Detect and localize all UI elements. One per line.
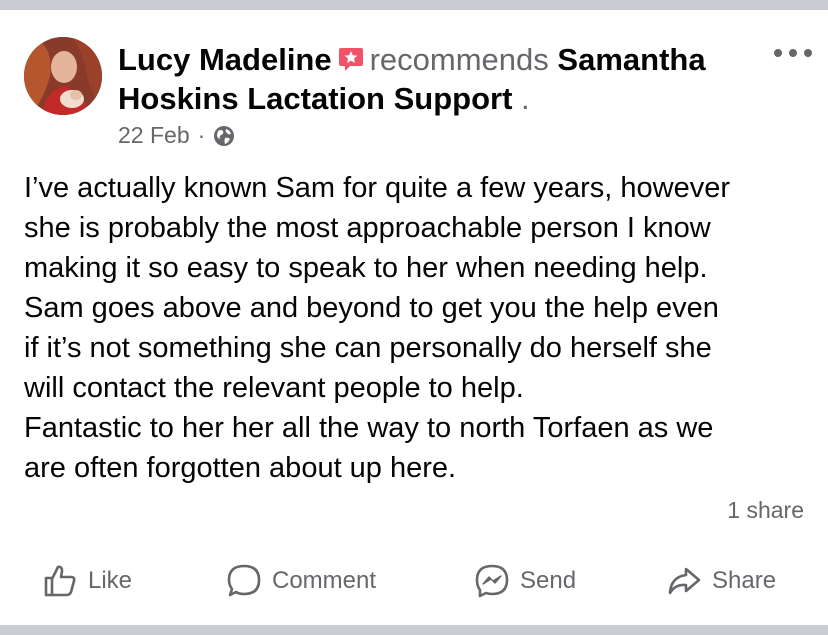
comment-button[interactable]: Comment xyxy=(226,556,376,606)
bottom-divider xyxy=(0,625,828,635)
post-body: I’ve actually known Sam for quite a few … xyxy=(24,168,814,488)
body-line: Sam goes above and beyond to get you the… xyxy=(24,292,719,324)
like-label: Like xyxy=(88,567,133,594)
like-button[interactable]: Like xyxy=(42,556,132,606)
post-meta: 22 Feb · xyxy=(118,120,235,150)
body-line: I’ve actually known Sam for quite a few … xyxy=(24,172,730,204)
action-bar: Like Comment Send Share xyxy=(0,556,828,606)
body-line: are often forgotten about up here. xyxy=(24,452,457,484)
body-line: if it’s not something she can personally… xyxy=(24,332,712,364)
body-line: making it so easy to speak to her when n… xyxy=(24,252,708,284)
more-dot-icon xyxy=(774,49,782,57)
comment-bubble-icon xyxy=(227,564,261,597)
body-line: will contact the relevant people to help… xyxy=(24,372,524,404)
share-label: Share xyxy=(712,567,777,594)
author-avatar[interactable] xyxy=(24,37,102,115)
post-header: Lucy Madeline recommends Samantha Hoskins… xyxy=(118,40,738,118)
top-divider xyxy=(0,0,828,10)
thumbs-up-icon xyxy=(44,565,76,597)
share-arrow-icon xyxy=(668,567,701,595)
more-options-button[interactable] xyxy=(774,46,812,60)
share-button[interactable]: Share xyxy=(666,556,776,606)
send-label: Send xyxy=(520,567,577,594)
send-button[interactable]: Send xyxy=(474,556,576,606)
more-dot-icon xyxy=(789,49,797,57)
body-line: Fantastic to her her all the way to nort… xyxy=(24,412,714,444)
author-name[interactable]: Lucy Madeline xyxy=(118,42,332,77)
meta-separator: · xyxy=(197,122,206,148)
recommend-badge-icon xyxy=(338,42,364,71)
body-line: she is probably the most approachable pe… xyxy=(24,212,711,244)
share-count[interactable]: 1 share xyxy=(727,497,804,524)
globe-icon[interactable] xyxy=(213,124,235,146)
comment-label: Comment xyxy=(272,567,377,594)
page-suffix: . xyxy=(521,81,530,116)
post-date[interactable]: 22 Feb xyxy=(118,120,190,150)
recommends-text: recommends xyxy=(369,42,549,77)
more-dot-icon xyxy=(804,49,812,57)
messenger-icon xyxy=(475,564,509,598)
